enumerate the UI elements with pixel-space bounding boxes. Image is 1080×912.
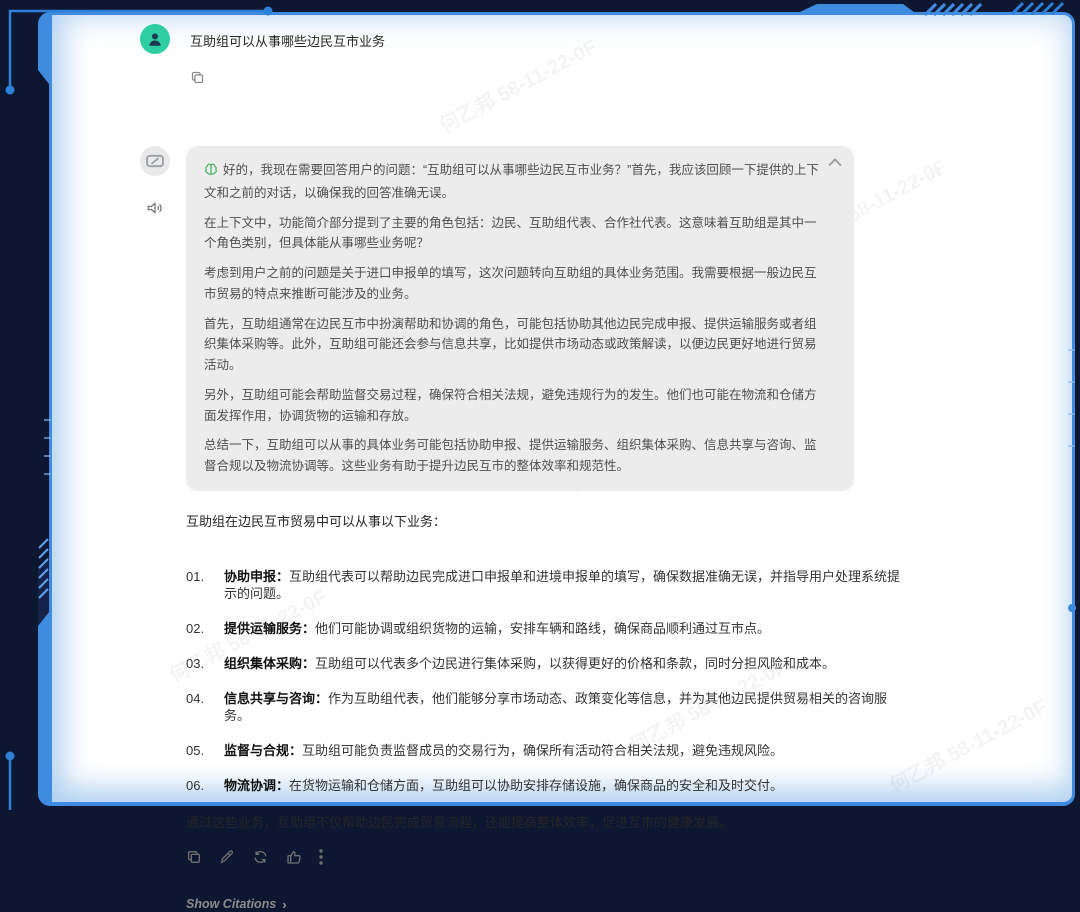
- list-item: 04. 信息共享与咨询：作为互助组代表，他们能够分享市场动态、政策变化等信息，并…: [186, 690, 902, 724]
- thinking-paragraph: 另外，互助组可能会帮助监督交易过程，确保符合相关法规，避免违规行为的发生。他们也…: [204, 385, 824, 427]
- copy-icon[interactable]: [190, 70, 205, 85]
- item-title: 组织集体采购：: [224, 656, 315, 671]
- item-text: 监督与合规：互助组可能负责监督成员的交易行为，确保所有活动符合相关法规，避免违规…: [224, 742, 783, 759]
- person-icon: [146, 30, 164, 48]
- regenerate-icon[interactable]: [252, 849, 269, 865]
- list-item: 03. 组织集体采购：互助组可以代表多个边民进行集体采购，以获得更好的价格和条款…: [186, 655, 902, 672]
- item-text: 物流协调：在货物运输和仓储方面，互助组可以协助安排存储设施，确保商品的安全和及时…: [224, 777, 783, 794]
- user-message-row: 互助组可以从事哪些边民互市业务: [140, 24, 930, 54]
- answer-intro: 互助组在边民互市贸易中可以从事以下业务：: [186, 511, 902, 530]
- assistant-message-row: 好的，我现在需要回答用户的问题：“互助组可以从事哪些边民互市业务？”首先，我应该…: [140, 146, 930, 912]
- item-title: 监督与合规：: [224, 743, 302, 758]
- thumbs-up-icon[interactable]: [286, 849, 302, 865]
- item-text: 组织集体采购：互助组可以代表多个边民进行集体采购，以获得更好的价格和条款，同时分…: [224, 655, 835, 672]
- item-number: 01.: [186, 568, 224, 602]
- item-desc: 互助组可以代表多个边民进行集体采购，以获得更好的价格和条款，同时分担风险和成本。: [315, 656, 835, 671]
- brain-icon: [204, 162, 218, 183]
- assistant-logo-icon: [146, 154, 164, 168]
- chevron-up-icon[interactable]: [828, 158, 842, 167]
- item-number: 02.: [186, 620, 224, 637]
- item-number: 03.: [186, 655, 224, 672]
- show-citations-label: Show Citations: [186, 897, 276, 911]
- item-number: 05.: [186, 742, 224, 759]
- show-citations-button[interactable]: Show Citations ›: [186, 897, 287, 912]
- item-desc: 互助组可能负责监督成员的交易行为，确保所有活动符合相关法规，避免违规风险。: [302, 743, 783, 758]
- thinking-paragraph: 在上下文中，功能简介部分提到了主要的角色包括：边民、互助组代表、合作社代表。这意…: [204, 213, 824, 255]
- item-text: 协助申报：互助组代表可以帮助边民完成进口申报单和进境申报单的填写，确保数据准确无…: [224, 568, 902, 602]
- chevron-right-icon: ›: [282, 897, 286, 912]
- item-text: 提供运输服务：他们可能协调或组织货物的运输，安排车辆和路线，确保商品顺利通过互市…: [224, 620, 770, 637]
- more-options-icon[interactable]: [319, 849, 323, 865]
- list-item: 01. 协助申报：互助组代表可以帮助边民完成进口申报单和进境申报单的填写，确保数…: [186, 568, 902, 602]
- speaker-icon[interactable]: [146, 200, 164, 216]
- assistant-avatar: [140, 146, 170, 176]
- user-avatar: [140, 24, 170, 54]
- reasoning-box: 好的，我现在需要回答用户的问题：“互助组可以从事哪些边民互市业务？”首先，我应该…: [186, 146, 854, 491]
- item-desc: 他们可能协调或组织货物的运输，安排车辆和路线，确保商品顺利通过互市点。: [315, 621, 770, 636]
- item-title: 协助申报：: [224, 569, 289, 584]
- item-text: 信息共享与咨询：作为互助组代表，他们能够分享市场动态、政策变化等信息，并为其他边…: [224, 690, 902, 724]
- list-item: 02. 提供运输服务：他们可能协调或组织货物的运输，安排车辆和路线，确保商品顺利…: [186, 620, 902, 637]
- list-item: 05. 监督与合规：互助组可能负责监督成员的交易行为，确保所有活动符合相关法规，…: [186, 742, 902, 759]
- list-item: 06. 物流协调：在货物运输和仓储方面，互助组可以协助安排存储设施，确保商品的安…: [186, 777, 902, 794]
- business-list: 01. 协助申报：互助组代表可以帮助边民完成进口申报单和进境申报单的填写，确保数…: [186, 568, 902, 794]
- thinking-paragraph: 好的，我现在需要回答用户的问题：“互助组可以从事哪些边民互市业务？”首先，我应该…: [204, 160, 824, 204]
- item-number: 06.: [186, 777, 224, 794]
- item-title: 物流协调：: [224, 778, 289, 793]
- thinking-paragraph: 首先，互助组通常在边民互市中扮演帮助和协调的角色，可能包括协助其他边民完成申报、…: [204, 314, 824, 376]
- answer-actions: [186, 849, 902, 865]
- thinking-paragraph: 考虑到用户之前的问题是关于进口申报单的填写，这次问题转向互助组的具体业务范围。我…: [204, 263, 824, 305]
- item-desc: 在货物运输和仓储方面，互助组可以协助安排存储设施，确保商品的安全和及时交付。: [289, 778, 783, 793]
- copy-icon[interactable]: [186, 849, 202, 865]
- edit-icon[interactable]: [219, 849, 235, 865]
- thinking-text: 好的，我现在需要回答用户的问题：“互助组可以从事哪些边民互市业务？”首先，我应该…: [204, 163, 819, 200]
- answer-conclusion: 通过这些业务，互助组不仅帮助边民完成贸易流程，还能提高整体效率，促进互市的健康发…: [186, 812, 902, 831]
- item-title: 提供运输服务：: [224, 621, 315, 636]
- item-number: 04.: [186, 690, 224, 724]
- item-desc: 互助组代表可以帮助边民完成进口申报单和进境申报单的填写，确保数据准确无误，并指导…: [224, 569, 900, 601]
- thinking-paragraph: 总结一下，互助组可以从事的具体业务可能包括协助申报、提供运输服务、组织集体采购、…: [204, 435, 824, 477]
- chat-area: 互助组可以从事哪些边民互市业务: [140, 24, 930, 912]
- user-message-text: 互助组可以从事哪些边民互市业务: [190, 24, 385, 50]
- item-title: 信息共享与咨询：: [224, 691, 328, 706]
